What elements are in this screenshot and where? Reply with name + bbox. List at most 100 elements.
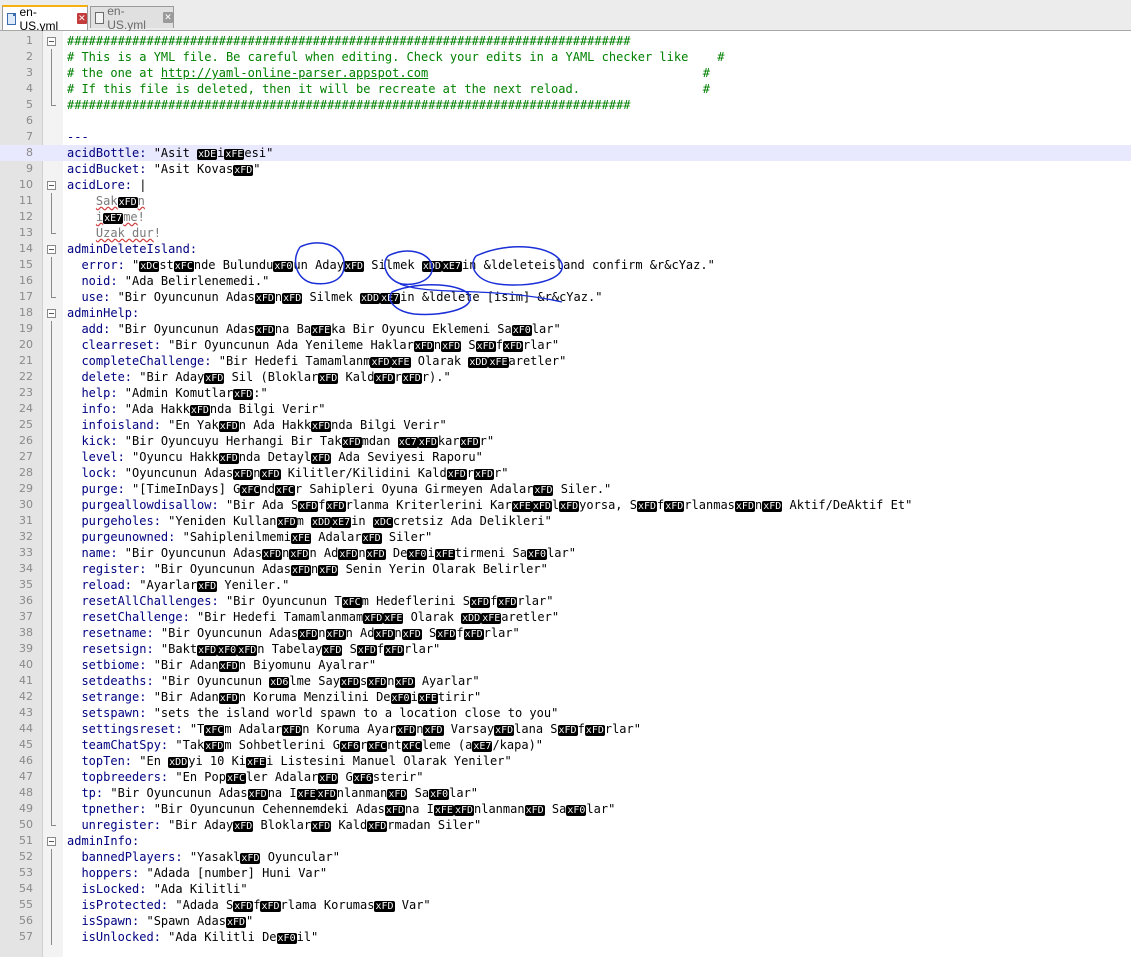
value-text: Olarak	[403, 610, 462, 624]
code-line[interactable]: 32 purgeunowned: "SahiplenilmemixFE Adal…	[0, 529, 1131, 545]
value-text: nda Detayl	[238, 450, 312, 464]
tab-bar: en-US.yml ✕ en-US.yml ✕	[0, 0, 1131, 33]
value-text: "sets the island world spawn to a locati…	[146, 706, 559, 720]
code-line[interactable]: 22 delete: "Bir AdayxFD Sil (BloklarxFD …	[0, 369, 1131, 385]
code-line[interactable]: 5 #######################################…	[0, 97, 1131, 113]
code-line[interactable]: 45 teamChatSpy: "TakxFDm Sohbetlerini Gx…	[0, 737, 1131, 753]
code-line[interactable]: 25 infoisland: "En YakxFDn Ada HakkxFDnd…	[0, 417, 1131, 433]
value-text: "Ada Kilitli De	[160, 930, 277, 944]
code-line[interactable]: 46 topTen: "En xDDyi 10 KixFEi Listesini…	[0, 753, 1131, 769]
line-number: 47	[19, 770, 33, 783]
code-line[interactable]: 44 settingsreset: "TxFCm AdalarxFDn Koru…	[0, 721, 1131, 737]
code-line[interactable]: 35 reload: "AyarlarxFD Yeniler."	[0, 577, 1131, 593]
line-number: 55	[19, 898, 33, 911]
code-line[interactable]: 39 resetsign: "BaktxFD xF0 xFDn TabelayxFD…	[0, 641, 1131, 657]
code-line[interactable]: 18 adminHelp:	[0, 305, 1131, 321]
fold-line-icon	[47, 641, 56, 657]
code-line[interactable]: 24 info: "Ada HakkxFDnda Bilgi Verir"	[0, 401, 1131, 417]
value-text: "Bir Aday	[132, 370, 205, 384]
tab-en-us-yml-active[interactable]: en-US.yml ✕	[2, 5, 88, 33]
code-line[interactable]: 26 kick: "Bir Oyuncuyu Herhangi Bir Takx…	[0, 433, 1131, 449]
line-number: 51	[19, 834, 33, 847]
code-line[interactable]: 1 #######################################…	[0, 33, 1131, 49]
code-line[interactable]: 50 unregister: "Bir AdayxFD BloklarxFD K…	[0, 817, 1131, 833]
code-line[interactable]: 47 topbreeders: "En PopxFCler AdalarxFD …	[0, 769, 1131, 785]
code-line[interactable]: 56 isSpawn: "Spawn AdasxFD"	[0, 913, 1131, 929]
code-line[interactable]: 36 resetAllChallenges: "Bir Oyuncunun Tx…	[0, 593, 1131, 609]
fold-toggle-icon[interactable]	[47, 241, 56, 257]
code-line[interactable]: 57 isUnlocked: "Ada Kilitli DexF0il"	[0, 929, 1131, 945]
comment-text[interactable]: http://yaml-online-parser.appspot.com	[161, 66, 428, 80]
code-line[interactable]: 51 adminInfo:	[0, 833, 1131, 849]
code-line[interactable]: 20 clearreset: "Bir Oyuncunun Ada Yenile…	[0, 337, 1131, 353]
fold-toggle-icon[interactable]	[47, 833, 56, 849]
code-line[interactable]: 6	[0, 113, 1131, 129]
code-line[interactable]: 29 purge: "[TimeInDays] GxFCndxFCr Sahip…	[0, 481, 1131, 497]
invalid-char-badge: xDE	[197, 149, 218, 160]
invalid-char-badge: xE7	[380, 293, 401, 304]
code-line[interactable]: 19 add: "Bir Oyuncunun AdasxFDna BaxFEka…	[0, 321, 1131, 337]
yaml-key: isProtected:	[81, 898, 169, 912]
code-line[interactable]: 34 register: "Bir Oyuncunun AdasxFDnxFD …	[0, 561, 1131, 577]
code-line[interactable]: 53 hoppers: "Adada [number] Huni Var"	[0, 865, 1131, 881]
code-line[interactable]: 43 setspawn: "sets the island world spaw…	[0, 705, 1131, 721]
code-line[interactable]: 55 isProtected: "Adada SxFDfxFDrlama Kor…	[0, 897, 1131, 913]
code-line[interactable]: 10 acidLore: |	[0, 177, 1131, 193]
value-text	[67, 498, 81, 512]
invalid-char-badge: xFD	[470, 597, 491, 608]
code-line[interactable]: 37 resetChallenge: "Bir Hedefi Tamamlanm…	[0, 609, 1131, 625]
code-line[interactable]: 49 tpnether: "Bir Oyuncunun Cehennemdeki…	[0, 801, 1131, 817]
fold-line-icon	[47, 449, 56, 465]
value-text: lar"	[586, 802, 616, 816]
fold-line-icon	[47, 209, 56, 225]
code-line[interactable]: 38 resetname: "Bir Oyuncunun AdasxFDnxFD…	[0, 625, 1131, 641]
code-line[interactable]: 21 completeChallenge: "Bir Hedefi Tamaml…	[0, 353, 1131, 369]
close-tab-icon[interactable]: ✕	[76, 13, 87, 24]
code-line[interactable]: 2 # This is a YML file. Be careful when e…	[0, 49, 1131, 65]
code-line[interactable]: 27 level: "Oyuncu HakkxFDnda DetaylxFD A…	[0, 449, 1131, 465]
code-line[interactable]: 33 name: "Bir Oyuncunun AdasxFDnxFDn Adx…	[0, 545, 1131, 561]
code-line[interactable]: 54 isLocked: "Ada Kilitli"	[0, 881, 1131, 897]
code-line[interactable]: 17 use: "Bir Oyuncunun AdasxFDnxFD Silme…	[0, 289, 1131, 305]
fold-line-icon	[47, 65, 56, 81]
code-line[interactable]: 42 setrange: "Bir AdanxFDn Koruma Menzil…	[0, 689, 1131, 705]
comment-text: ########################################…	[67, 98, 631, 112]
code-line[interactable]: 40 setbiome: "Bir AdanxFDn Biyomunu Ayal…	[0, 657, 1131, 673]
invalid-char-badge: xFD	[338, 549, 359, 560]
value-text: esi"	[244, 146, 274, 160]
fold-line-icon	[47, 753, 56, 769]
code-line[interactable]: 28 lock: "Oyuncunun AdasxFDnxFD Kilitler…	[0, 465, 1131, 481]
code-line[interactable]: 9 acidBucket: "Asit KovasxFD"	[0, 161, 1131, 177]
code-line[interactable]: 15 error: "xDCstxFCnde BulunduxF0un Aday…	[0, 257, 1131, 273]
invalid-char-badge: xFD	[325, 501, 346, 512]
invalid-char-badge: xFD	[282, 293, 303, 304]
fold-line-icon	[47, 561, 56, 577]
code-line[interactable]: 16 noid: "Ada Belirlenemedi."	[0, 273, 1131, 289]
code-line[interactable]: 41 setdeaths: "Bir Oyuncunun xD6lme Sayx…	[0, 673, 1131, 689]
fold-line-icon	[47, 721, 56, 737]
close-tab-icon[interactable]: ✕	[163, 12, 173, 23]
code-line[interactable]: 12 ixE7me!	[0, 209, 1131, 225]
fold-toggle-icon[interactable]	[47, 177, 56, 193]
value-text: S	[421, 626, 437, 640]
code-line[interactable]: 14 adminDeleteIsland:	[0, 241, 1131, 257]
value-text: "Sahiplenilmemi	[175, 530, 291, 544]
code-line[interactable]: 31 purgeholes: "Yeniden KullanxFDm xDD xE…	[0, 513, 1131, 529]
invalid-char-badge: xFD	[367, 821, 388, 832]
yaml-key: resetAllChallenges:	[81, 594, 219, 608]
invalid-char-badge: xFE	[481, 613, 502, 624]
invalid-char-badge: xE7	[103, 213, 124, 224]
code-line[interactable]: 13 Uzak dur!	[0, 225, 1131, 241]
code-line[interactable]: 48 tp: "Bir Oyuncunun AdasxFDna IxFE xFDn…	[0, 785, 1131, 801]
code-line[interactable]: 3 # the one at http://yaml-online-parser.…	[0, 65, 1131, 81]
code-line[interactable]: 30 purgeallowdisallow: "Bir Ada SxFDfxFD…	[0, 497, 1131, 513]
code-line[interactable]: 52 bannedPlayers: "YasaklxFD Oyuncular"	[0, 849, 1131, 865]
code-line[interactable]: 4 # If this file is deleted, then it will…	[0, 81, 1131, 97]
code-line[interactable]: 11 SakxFDn	[0, 193, 1131, 209]
tab-en-us-yml-inactive[interactable]: en-US.yml ✕	[90, 4, 174, 32]
fold-toggle-icon[interactable]	[47, 305, 56, 321]
code-line[interactable]: 7 ---	[0, 129, 1131, 145]
code-line[interactable]: 23 help: "Admin KomutlarxFD:"	[0, 385, 1131, 401]
code-line[interactable]: 8 acidBottle: "Asit xDEixFEesi"	[0, 145, 1131, 161]
fold-toggle-icon[interactable]	[47, 33, 56, 49]
